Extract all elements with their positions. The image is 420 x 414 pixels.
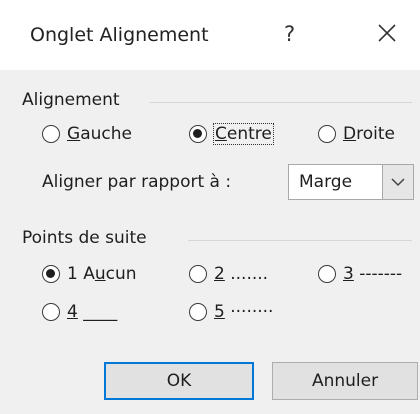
radio-leader-5[interactable]: 5 ········ [189, 302, 273, 322]
leader-group-divider [188, 240, 412, 241]
radio-label: Gauche [67, 124, 132, 144]
radio-label: 3 ------- [343, 264, 403, 284]
radio-leader-2[interactable]: 2 ....... [189, 264, 268, 284]
alignment-group-divider [150, 102, 412, 103]
close-icon [378, 24, 396, 42]
radio-align-center[interactable]: Centre [189, 123, 274, 145]
radio-label: Droite [343, 124, 395, 144]
ok-button[interactable]: OK [104, 362, 254, 400]
radio-label: 2 ....... [214, 264, 269, 284]
relative-to-select[interactable]: Marge [288, 164, 414, 200]
dialog-titlebar: Onglet Alignement ? [0, 0, 420, 70]
chevron-down-icon [391, 178, 405, 187]
radio-circle-checked [189, 125, 207, 143]
alignment-group-label: Alignement [22, 90, 120, 110]
radio-leader-4[interactable]: 4 ____ [42, 302, 117, 322]
radio-label: Centre [213, 123, 274, 145]
radio-leader-3[interactable]: 3 ------- [318, 264, 402, 284]
radio-circle [318, 265, 336, 283]
radio-circle-checked [42, 265, 60, 283]
radio-circle [42, 303, 60, 321]
relative-to-label: Aligner par rapport à : [42, 172, 232, 192]
radio-leader-1[interactable]: 1 Aucun [42, 264, 137, 284]
radio-circle [189, 265, 207, 283]
radio-label: 1 Aucun [67, 264, 137, 284]
radio-label: 4 ____ [67, 302, 118, 322]
radio-align-left[interactable]: Gauche [42, 124, 132, 144]
radio-circle [318, 125, 336, 143]
help-button[interactable]: ? [284, 22, 295, 46]
cancel-button[interactable]: Annuler [272, 362, 418, 400]
radio-circle [42, 125, 60, 143]
leader-group-label: Points de suite [22, 228, 147, 248]
radio-circle [189, 303, 207, 321]
relative-to-value: Marge [299, 172, 353, 192]
radio-align-right[interactable]: Droite [318, 124, 395, 144]
radio-label: 5 ········ [214, 302, 274, 322]
dialog-title: Onglet Alignement [30, 24, 209, 46]
close-button[interactable] [372, 18, 402, 48]
dropdown-button[interactable] [382, 165, 413, 199]
